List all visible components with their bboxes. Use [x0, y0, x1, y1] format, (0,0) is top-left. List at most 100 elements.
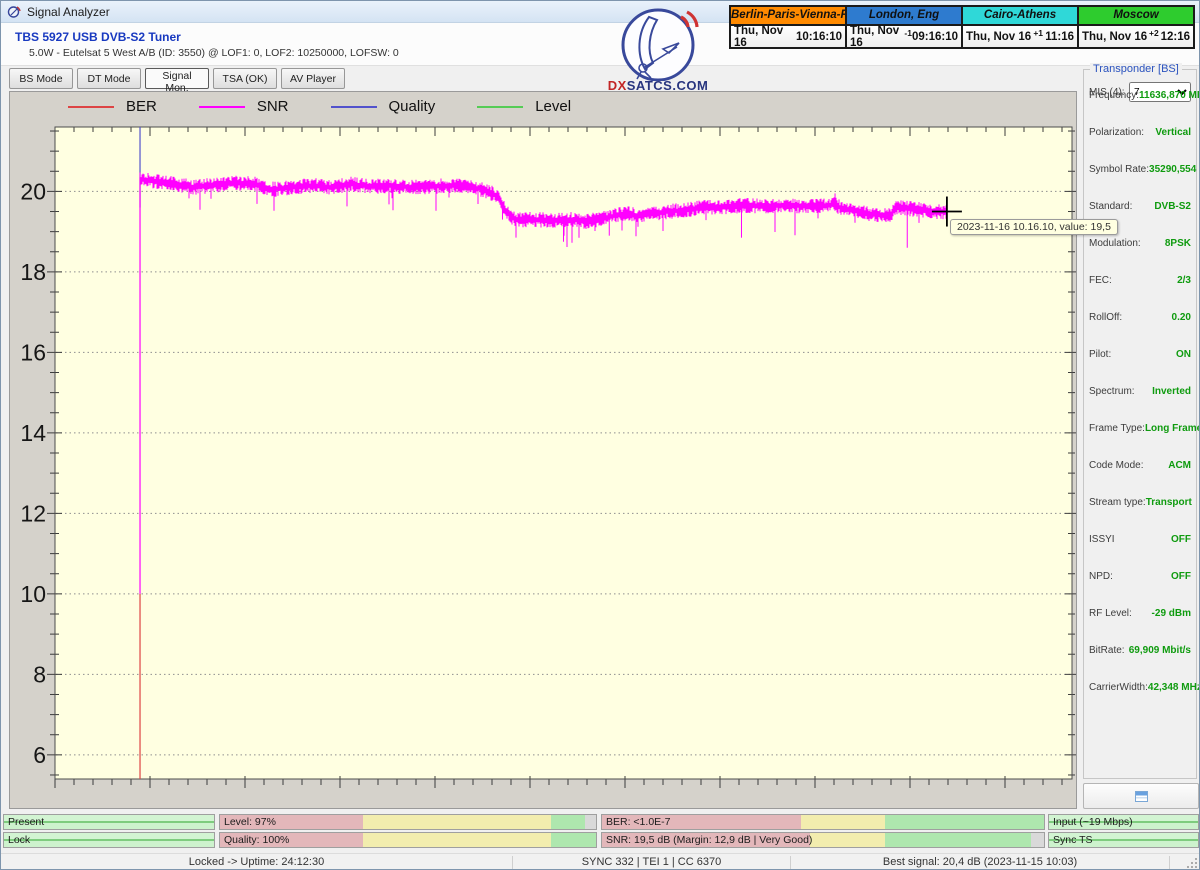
indicator-bar-snr: SNR: 19,5 dB (Margin: 12,9 dB | Very Goo… [601, 832, 1045, 848]
chart-legend: BERSNRQualityLevel [68, 98, 613, 115]
transponder-row-frame-type: Frame Type:Long Frame [1084, 423, 1196, 460]
transponder-value: -29 dBm [1152, 608, 1191, 619]
tab-dt-mode[interactable]: DT Mode [77, 68, 141, 89]
transponder-label: Code Mode: [1089, 460, 1143, 471]
transponder-value: ON [1176, 349, 1191, 360]
legend-line-level [477, 106, 523, 108]
transponder-label: Modulation: [1089, 238, 1141, 249]
bar-zone-green [551, 833, 596, 847]
tuner-name: TBS 5927 USB DVB-S2 Tuner [15, 30, 181, 44]
indicator-row-2: LockQuality: 100%SNR: 19,5 dB (Margin: 1… [1, 832, 1200, 848]
tab-tsa-ok[interactable]: TSA (OK) [213, 68, 277, 89]
svg-text:20: 20 [20, 178, 46, 204]
indicator-box-input-19-mbps: Input (~19 Mbps) [1048, 814, 1199, 830]
clock-london-eng: London, EngThu, Nov 16-109:16:10 [845, 5, 963, 49]
tab-av-player[interactable]: AV Player [281, 68, 345, 89]
tab-bs-mode[interactable]: BS Mode [9, 68, 73, 89]
indicator-bar-quality: Quality: 100% [219, 832, 597, 848]
indicator-box-sync-ts: Sync TS [1048, 832, 1199, 848]
dxsatcs-logo-text: DXSATCS.COM [593, 78, 723, 93]
resize-grip[interactable] [1187, 858, 1199, 870]
svg-text:16: 16 [20, 339, 46, 365]
clock-moscow: MoscowThu, Nov 16+212:16 [1077, 5, 1195, 49]
bar-zone-gray [585, 815, 596, 829]
legend-label-level: Level [535, 98, 571, 115]
transponder-row-frequency: Frequency:11636,870 MHz [1084, 90, 1196, 127]
indicator-bar-ber-text: BER: <1.0E-7 [606, 815, 671, 829]
transponder-label: NPD: [1089, 571, 1113, 582]
svg-text:10: 10 [20, 581, 46, 607]
transponder-row-pilot: Pilot: ON [1084, 349, 1196, 386]
transponder-value: OFF [1171, 534, 1191, 545]
indicator-bar-level: Level: 97% [219, 814, 597, 830]
transponder-value: 2/3 [1177, 275, 1191, 286]
statusbar-section-uptime: Locked -> Uptime: 24:12:30 [1, 854, 512, 870]
bar-zone-yellow [810, 833, 885, 847]
transponder-rows: Frequency:11636,870 MHzPolarization: Vert… [1084, 90, 1196, 719]
indicator-bar-ber: BER: <1.0E-7 [601, 814, 1045, 830]
y-axis-labels: 20181614121086 [20, 178, 46, 767]
transponder-label: Frame Type: [1089, 423, 1145, 434]
transponder-value: Transport [1146, 497, 1192, 508]
stacked-bars-icon [1135, 791, 1148, 802]
transponder-value: Vertical [1155, 127, 1191, 138]
indicator-box-present: Present [3, 814, 215, 830]
app-icon [7, 5, 21, 19]
logo-text-rest: SATCS.COM [627, 78, 709, 93]
transponder-value: 11636,870 MHz [1139, 90, 1200, 101]
transponder-row-rolloff: RollOff:0.20 [1084, 312, 1196, 349]
transponder-value: 42,348 MHz [1148, 682, 1200, 693]
chart-panel: BERSNRQualityLevel 20181614121086 2023-1… [9, 91, 1077, 809]
transponder-label: Symbol Rate: [1089, 164, 1149, 175]
legend-label-ber: BER [126, 98, 157, 115]
transponder-row-symbol-rate: Symbol Rate:35290,554 KS/s [1084, 164, 1196, 201]
transponder-row-npd: NPD: OFF [1084, 571, 1196, 608]
svg-text:6: 6 [33, 742, 46, 768]
transponder-label: RollOff: [1089, 312, 1122, 323]
legend-line-quality [331, 106, 377, 108]
clock-city-label: Moscow [1079, 7, 1193, 26]
transponder-value: 35290,554 KS/s [1149, 164, 1200, 175]
legend-label-snr: SNR [257, 98, 289, 115]
transponder-label: Pilot: [1089, 349, 1111, 360]
transponder-title: Transponder [BS] [1090, 63, 1182, 75]
transponder-label: RF Level: [1089, 608, 1132, 619]
bar-zone-green [885, 833, 1031, 847]
transponder-value: Inverted [1152, 386, 1191, 397]
transponder-list-button[interactable] [1083, 783, 1199, 809]
clock-cairo-athens: Cairo-AthensThu, Nov 16+111:16 [961, 5, 1079, 49]
logo-text-dx: DX [608, 78, 627, 93]
signal-chart[interactable]: 20181614121086 [10, 92, 1076, 808]
transponder-panel: Transponder [BS] Frequency:11636,870 MHz… [1081, 65, 1199, 811]
transponder-row-bitrate: BitRate: 69,909 Mbit/s [1084, 645, 1196, 682]
transponder-label: ISSYI [1089, 534, 1115, 545]
clock-city-label: Berlin-Paris-Vienna-Roma [731, 7, 845, 26]
signal-analyzer-window: Signal Analyzer TBS 5927 USB DVB-S2 Tune… [0, 0, 1200, 870]
bar-zone-yellow [363, 833, 551, 847]
tab-signal-mon[interactable]: Signal Mon. [145, 68, 209, 89]
transponder-value: OFF [1171, 571, 1191, 582]
satellite-dish-icon [593, 5, 723, 81]
tuner-details: 5.0W - Eutelsat 5 West A/B (ID: 3550) @ … [29, 47, 399, 59]
transponder-label: Frequency: [1089, 90, 1139, 101]
transponder-row-rf-level: RF Level: -29 dBm [1084, 608, 1196, 645]
statusbar-section-sync: SYNC 332 | TEI 1 | CC 6370 [513, 854, 790, 870]
statusbar-separator [1169, 856, 1170, 870]
transponder-label: BitRate: [1089, 645, 1125, 656]
transponder-row-code-mode: Code Mode:ACM [1084, 460, 1196, 497]
world-clocks: Berlin-Paris-Vienna-RomaThu, Nov 1610:16… [729, 5, 1200, 49]
tab-bar: BS ModeDT ModeSignal Mon.TSA (OK)AV Play… [9, 68, 345, 89]
statusbar: Locked -> Uptime: 24:12:30 SYNC 332 | TE… [1, 853, 1200, 870]
transponder-value: 69,909 Mbit/s [1129, 645, 1191, 656]
svg-text:12: 12 [20, 500, 46, 526]
window-title: Signal Analyzer [27, 5, 110, 19]
indicator-bar-level-text: Level: 97% [224, 815, 276, 829]
legend-line-ber [68, 106, 114, 108]
bar-zone-green [551, 815, 585, 829]
transponder-label: Polarization: [1089, 127, 1144, 138]
transponder-value: Long Frame [1145, 423, 1200, 434]
svg-text:18: 18 [20, 259, 46, 285]
svg-text:14: 14 [20, 420, 46, 446]
transponder-label: Standard: [1089, 201, 1132, 212]
transponder-value: 8PSK [1165, 238, 1191, 249]
